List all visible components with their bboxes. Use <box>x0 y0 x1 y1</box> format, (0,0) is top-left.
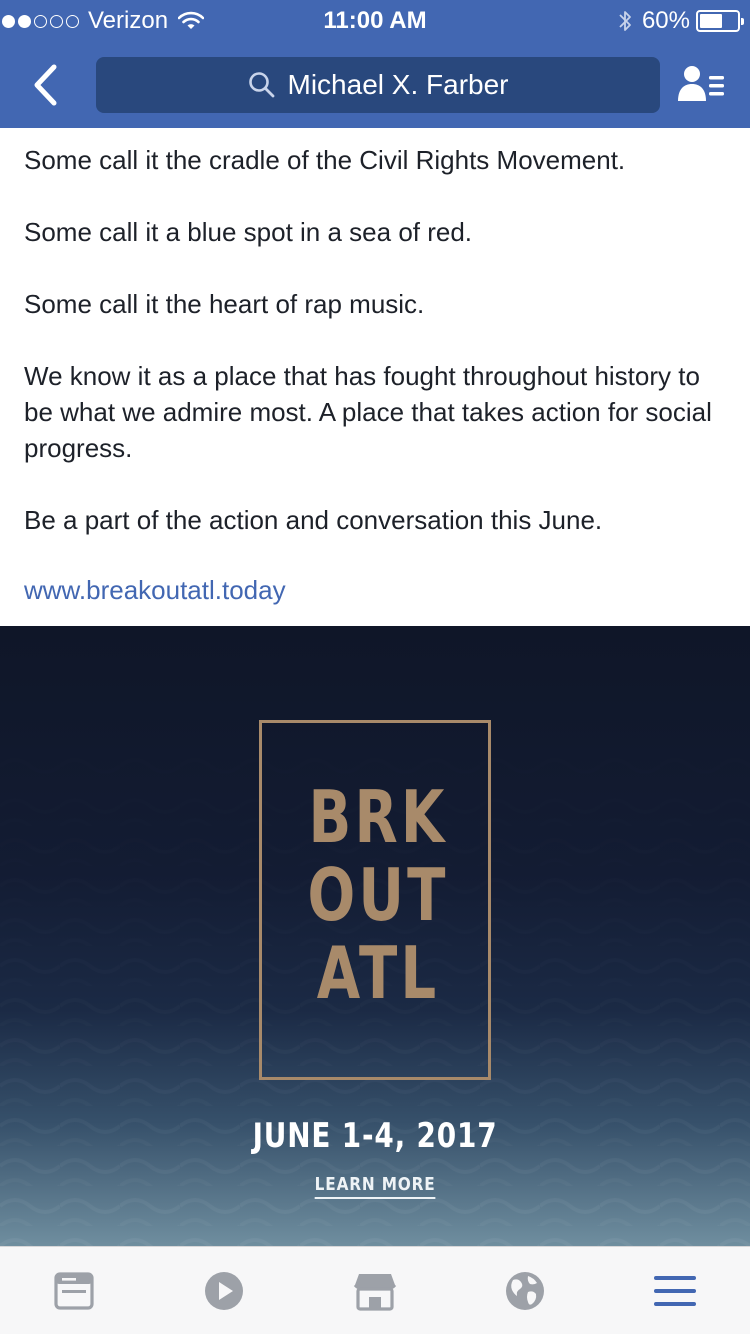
menu-icon <box>654 1276 696 1306</box>
post-paragraph: Some call it a blue spot in a sea of red… <box>24 217 473 247</box>
marketplace-icon <box>353 1274 397 1311</box>
brand-logo: BRK OUT ATL <box>259 720 491 1080</box>
tab-bar <box>0 1246 750 1334</box>
logo-line: OUT <box>307 853 449 937</box>
status-right: 60% <box>618 6 744 36</box>
globe-notifications-icon <box>506 1272 544 1310</box>
tab-video[interactable] <box>194 1261 254 1321</box>
post-link[interactable]: www.breakoutatl.today <box>24 572 286 608</box>
bluetooth-icon <box>618 9 632 33</box>
learn-more-link[interactable]: LEARN MORE <box>0 1174 750 1199</box>
ad-image[interactable]: BRK OUT ATL JUNE 1-4, 2017 LEARN MORE <box>0 626 750 1246</box>
battery-percent: 60% <box>641 7 690 34</box>
back-button[interactable] <box>20 60 70 110</box>
chevron-left-icon <box>34 64 57 106</box>
logo-line: ATL <box>316 931 440 1015</box>
news-feed-icon <box>54 1272 94 1310</box>
friends-list-button[interactable] <box>672 58 732 110</box>
post-paragraph: Some call it the heart of rap music. <box>24 289 425 319</box>
post-paragraph: Some call it the cradle of the Civil Rig… <box>24 145 626 175</box>
search-icon <box>248 71 276 99</box>
tab-news-feed[interactable] <box>44 1261 104 1321</box>
search-input[interactable]: Michael X. Farber <box>96 57 660 113</box>
tab-marketplace[interactable] <box>345 1261 405 1321</box>
tab-notifications[interactable] <box>495 1261 555 1321</box>
top-bar: Verizon 11:00 AM 60% Michael X. Farber <box>0 0 750 128</box>
logo-line: BRK <box>308 775 448 859</box>
post-paragraph: Be a part of the action and conversation… <box>24 505 603 535</box>
tab-menu[interactable] <box>645 1261 705 1321</box>
status-bar: Verizon 11:00 AM 60% <box>0 0 750 40</box>
learn-more-label: LEARN MORE <box>314 1174 436 1199</box>
post-paragraph: We know it as a place that has fought th… <box>24 361 712 463</box>
battery-icon <box>696 10 744 32</box>
search-query: Michael X. Farber <box>287 69 509 100</box>
battery-fill <box>700 14 722 28</box>
video-play-icon <box>205 1272 243 1310</box>
friends-list-icon <box>678 66 724 101</box>
event-date: JUNE 1-4, 2017 <box>252 1116 498 1156</box>
